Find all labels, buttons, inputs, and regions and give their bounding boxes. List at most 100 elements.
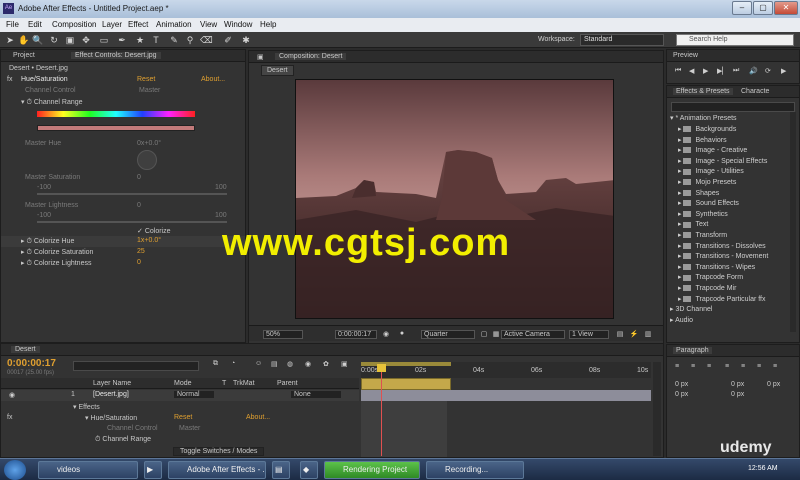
effects-scrollbar[interactable]: [790, 112, 796, 332]
tab-timeline-desert[interactable]: Desert: [11, 346, 40, 353]
resolution-select[interactable]: Quarter: [421, 330, 475, 339]
star-tool-icon[interactable]: ★: [134, 34, 146, 46]
tree-item-trapcode-particular-ffx[interactable]: ▸ Trapcode Particular ffx: [678, 295, 766, 303]
tree-item-text[interactable]: ▸ Text: [678, 220, 708, 228]
taskbar-item-after-effects[interactable]: Adobe After Effects - ...: [168, 461, 266, 479]
region-of-interest-icon[interactable]: ▢: [479, 330, 489, 338]
taskbar-item-recording[interactable]: Recording...: [426, 461, 524, 479]
pen-tool-icon[interactable]: ✒: [116, 34, 128, 46]
frame-blending-icon[interactable]: ▤: [271, 360, 278, 368]
last-frame-icon[interactable]: ⏭: [733, 67, 739, 75]
visibility-eye-icon[interactable]: ◉: [9, 391, 15, 399]
menu-effect[interactable]: Effect: [128, 20, 148, 29]
tree-item-transitions-movement[interactable]: ▸ Transitions - Movement: [678, 252, 768, 260]
viewer-timecode[interactable]: 0:00:00:17: [335, 330, 377, 339]
tab-character[interactable]: Characte: [741, 88, 769, 95]
space-before-field[interactable]: 0 px: [675, 391, 688, 398]
camera-tool-icon[interactable]: ▣: [64, 34, 76, 46]
indent-right-field[interactable]: 0 px: [731, 381, 744, 388]
color-channel-icon[interactable]: ●: [397, 330, 407, 337]
tree-item-3d-channel[interactable]: ▸ 3D Channel: [670, 305, 712, 313]
justify-last-right-icon[interactable]: ≡: [757, 363, 761, 370]
first-frame-icon[interactable]: ⏮: [675, 67, 681, 75]
close-icon[interactable]: ✕: [774, 1, 798, 15]
zoom-tool-icon[interactable]: 🔍: [32, 34, 44, 46]
brainstorm-icon[interactable]: ✿: [323, 360, 329, 368]
justify-all-icon[interactable]: ≡: [773, 363, 777, 370]
clone-stamp-tool-icon[interactable]: ⚲: [184, 34, 196, 46]
draft-3d-icon[interactable]: ◔: [231, 360, 235, 367]
colorize-lightness-value[interactable]: 0: [137, 259, 141, 266]
effects-search-input[interactable]: [671, 102, 795, 112]
align-left-icon[interactable]: ≡: [675, 363, 679, 370]
taskbar-item-rendering[interactable]: Rendering Project: [324, 461, 420, 479]
composition-image[interactable]: [295, 79, 614, 319]
menu-file[interactable]: File: [6, 20, 19, 29]
brush-tool-icon[interactable]: ✎: [168, 34, 180, 46]
colorize-checkbox[interactable]: ✓ Colorize: [137, 227, 171, 235]
maximize-icon[interactable]: ▢: [753, 1, 773, 15]
auto-keyframe-icon[interactable]: ▣: [341, 360, 348, 368]
pan-behind-tool-icon[interactable]: ✥: [80, 34, 92, 46]
tree-item-transform[interactable]: ▸ Transform: [678, 231, 727, 239]
work-area-bar[interactable]: [361, 362, 451, 366]
tab-project[interactable]: Project: [13, 52, 35, 59]
table-row[interactable]: ◉ 1 [Desert.jpg] Normal None: [1, 390, 359, 401]
layer-duration-bar[interactable]: [361, 390, 651, 401]
menu-layer[interactable]: Layer: [102, 20, 122, 29]
transparency-grid-icon[interactable]: ▦: [491, 330, 501, 338]
justify-last-center-icon[interactable]: ≡: [741, 363, 745, 370]
fx-icon[interactable]: fx: [7, 414, 12, 421]
master-saturation-value[interactable]: 0: [137, 174, 141, 181]
time-ruler[interactable]: 0:00s 02s 04s 06s 08s 10s: [361, 362, 651, 378]
mask-tool-icon[interactable]: ▭: [98, 34, 110, 46]
colorize-saturation-value[interactable]: 25: [137, 248, 145, 255]
toggle-switches-modes-button[interactable]: Toggle Switches / Modes: [173, 447, 265, 456]
motion-blur-icon[interactable]: ◍: [287, 360, 293, 368]
audio-icon[interactable]: 🔊: [749, 67, 758, 75]
master-lightness-value[interactable]: 0: [137, 202, 141, 209]
tab-paragraph[interactable]: Paragraph: [673, 347, 712, 354]
colorize-hue-value[interactable]: 1x+0.0°: [137, 237, 161, 244]
menu-help[interactable]: Help: [260, 20, 276, 29]
tab-effects-presets[interactable]: Effects & Presets: [673, 88, 733, 95]
align-right-icon[interactable]: ≡: [707, 363, 711, 370]
tree-item-trapcode-mir[interactable]: ▸ Trapcode Mir: [678, 284, 736, 292]
timeline-timecode[interactable]: 0:00:00:17: [7, 358, 56, 369]
timeline-channel-control-select[interactable]: Master: [179, 425, 200, 432]
tree-item-backgrounds[interactable]: ▸ Backgrounds: [678, 125, 736, 133]
search-help-input[interactable]: Search Help: [676, 34, 794, 46]
composition-mini-flowchart-icon[interactable]: ⧉: [213, 360, 218, 368]
hue-saturation-row[interactable]: ▾ Hue/Saturation: [85, 414, 137, 422]
eraser-tool-icon[interactable]: ⌫: [200, 34, 213, 46]
hand-tool-icon[interactable]: ✋: [18, 34, 30, 46]
puppet-tool-icon[interactable]: ✱: [240, 34, 252, 46]
about-button[interactable]: About...: [201, 76, 225, 83]
tree-item-image-utilities[interactable]: ▸ Image - Utilities: [678, 167, 744, 175]
timeline-jump-icon[interactable]: ▥: [643, 330, 653, 338]
indent-first-line-field[interactable]: 0 px: [767, 381, 780, 388]
app-icon[interactable]: ◆: [300, 461, 318, 479]
previous-frame-icon[interactable]: ◀: [689, 67, 694, 75]
space-after-field[interactable]: 0 px: [731, 391, 744, 398]
tree-item-image-creative[interactable]: ▸ Image - Creative: [678, 146, 747, 154]
timeline-about-button[interactable]: About...: [246, 414, 270, 421]
tree-item-transitions-dissolves[interactable]: ▸ Transitions - Dissolves: [678, 242, 766, 250]
next-frame-icon[interactable]: ▶▏: [717, 67, 728, 75]
work-area-range[interactable]: [361, 378, 451, 390]
tree-item-mojo-presets[interactable]: ▸ Mojo Presets: [678, 178, 736, 186]
start-button[interactable]: [4, 460, 26, 480]
lock-icon[interactable]: ▣: [257, 53, 264, 61]
rotate-tool-icon[interactable]: ↻: [48, 34, 60, 46]
timeline-search-input[interactable]: [73, 361, 199, 371]
lightness-slider[interactable]: [37, 221, 227, 223]
effects-group[interactable]: ▾ Effects: [73, 403, 100, 411]
notepad-icon[interactable]: ▤: [272, 461, 290, 479]
tree-item-image-special-effects[interactable]: ▸ Image - Special Effects: [678, 157, 767, 165]
ram-preview-icon[interactable]: ▶: [781, 67, 786, 75]
align-center-icon[interactable]: ≡: [691, 363, 695, 370]
timeline-scrollbar[interactable]: [653, 362, 661, 456]
tab-effect-controls[interactable]: Effect Controls: Desert.jpg: [71, 52, 161, 59]
play-icon[interactable]: ▶: [703, 67, 708, 75]
timeline-reset-button[interactable]: Reset: [174, 414, 192, 421]
